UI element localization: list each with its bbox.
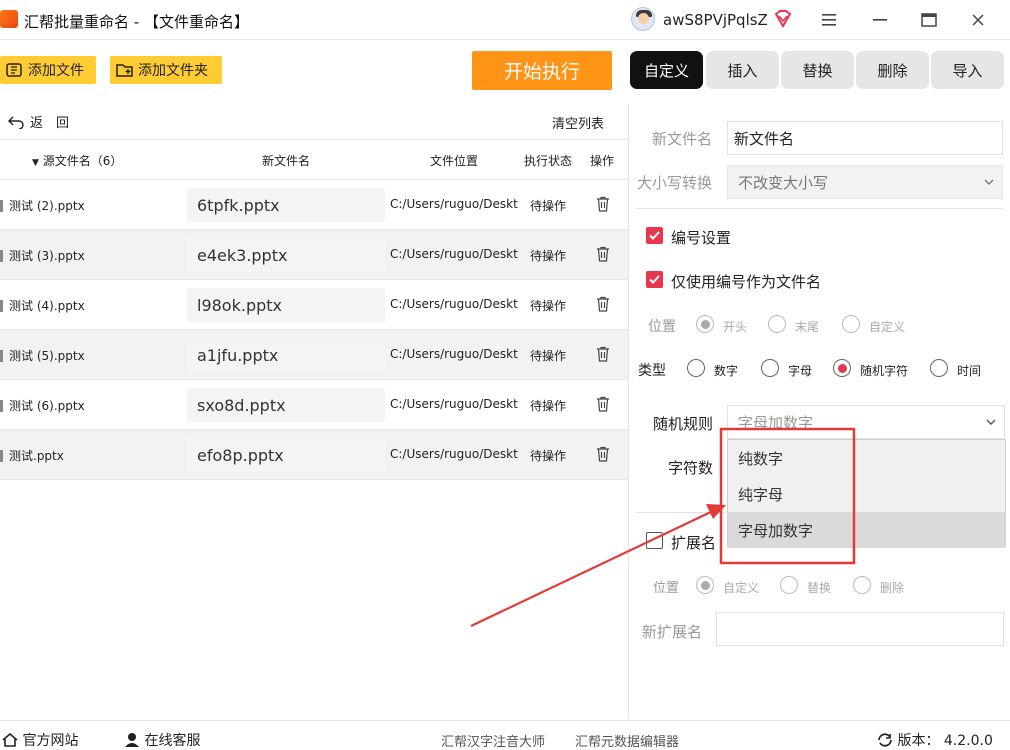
- highlight-box: [719, 427, 856, 565]
- home-icon: [2, 732, 18, 747]
- support-label: 在线客服: [144, 733, 201, 749]
- version-info: 版本： 4.2.0.0: [877, 730, 993, 750]
- arrow-head: [706, 504, 726, 519]
- support-link[interactable]: 在线客服: [124, 730, 200, 750]
- annotation-overlay: [470, 427, 856, 627]
- official-site-link[interactable]: 官方网站: [2, 730, 78, 750]
- product-link-pinyin[interactable]: 汇帮汉字注音大师: [441, 731, 545, 750]
- official-site-label: 官方网站: [22, 733, 79, 749]
- user-support-icon: [125, 733, 139, 747]
- product-link-metadata[interactable]: 汇帮元数据编辑器: [575, 731, 679, 750]
- refresh-icon: [878, 733, 892, 747]
- version-text: 版本： 4.2.0.0: [897, 733, 993, 749]
- annotation-arrow: [470, 509, 716, 627]
